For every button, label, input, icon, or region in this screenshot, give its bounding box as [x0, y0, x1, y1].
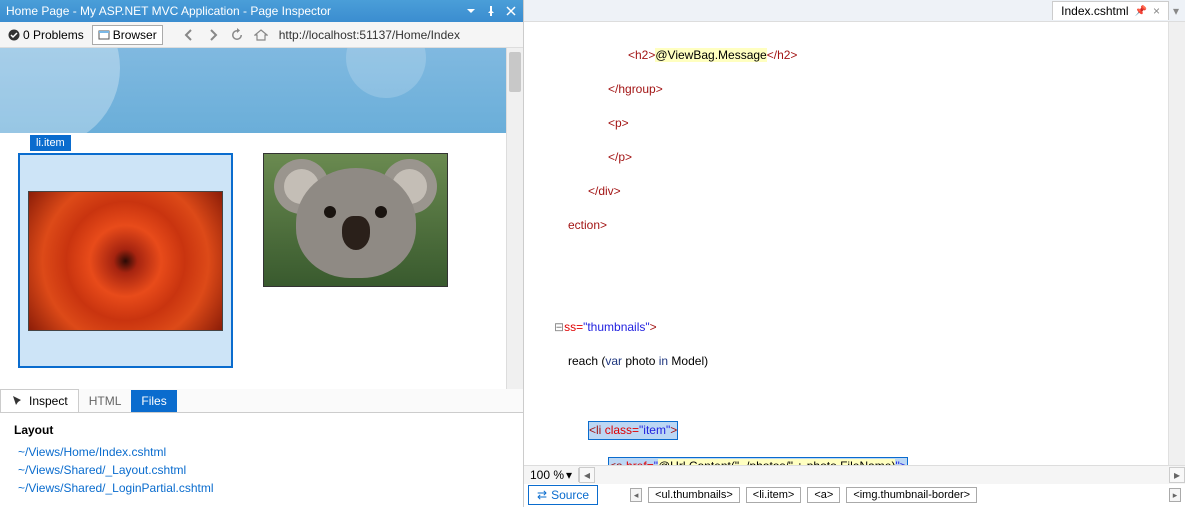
- breadcrumb-nav-icon[interactable]: ◂: [630, 488, 642, 502]
- forward-icon[interactable]: [206, 28, 220, 42]
- inspect-label: Inspect: [29, 394, 68, 408]
- window-title: Home Page - My ASP.NET MVC Application -…: [6, 4, 465, 18]
- layout-file-link[interactable]: ~/Views/Shared/_Layout.cshtml: [14, 461, 509, 479]
- layout-file-link[interactable]: ~/Views/Shared/_LoginPartial.cshtml: [14, 479, 509, 497]
- editor-statusbar: 100 % ▾ ◂ ▸ ⇄ Source ◂ <ul.thumbnails> <…: [524, 465, 1185, 507]
- layout-file-link[interactable]: ~/Views/Home/Index.cshtml: [14, 443, 509, 461]
- layout-section: Layout ~/Views/Home/Index.cshtml ~/Views…: [0, 413, 523, 507]
- close-icon[interactable]: [505, 5, 517, 17]
- titlebar: Home Page - My ASP.NET MVC Application -…: [0, 0, 523, 22]
- tab-filename: Index.cshtml: [1061, 4, 1128, 18]
- breadcrumb-item[interactable]: <img.thumbnail-border>: [846, 487, 977, 503]
- page-header-graphic: [0, 48, 506, 133]
- viewport-scrollbar[interactable]: [506, 48, 523, 389]
- home-icon[interactable]: [254, 28, 268, 42]
- zoom-control[interactable]: 100 % ▾: [524, 468, 579, 482]
- chevron-down-icon: ▾: [566, 468, 572, 482]
- code-editor-panel: Index.cshtml 📌 × ▾ ▣ <h2>@ViewBag.Messag…: [524, 0, 1185, 507]
- breadcrumb-item[interactable]: <li.item>: [746, 487, 802, 503]
- tab-close-icon[interactable]: ×: [1153, 4, 1160, 18]
- breadcrumb-bar: ⇄ Source ◂ <ul.thumbnails> <li.item> <a>…: [524, 484, 1185, 507]
- tab-files[interactable]: Files: [131, 390, 176, 412]
- editor-tab[interactable]: Index.cshtml 📌 ×: [1052, 1, 1169, 20]
- browser-button[interactable]: Browser: [92, 25, 163, 45]
- scroll-right-icon[interactable]: ▸: [1169, 467, 1185, 483]
- problems-count: 0 Problems: [23, 28, 84, 42]
- cursor-icon: [11, 394, 25, 408]
- editor-scrollbar[interactable]: [1168, 22, 1185, 465]
- thumbnail-gallery: li.item: [0, 133, 506, 388]
- back-icon[interactable]: [182, 28, 196, 42]
- breadcrumb-nav-icon[interactable]: ▸: [1169, 488, 1181, 502]
- breadcrumb-item[interactable]: <ul.thumbnails>: [648, 487, 740, 503]
- code-editor[interactable]: ▣ <h2>@ViewBag.Message</h2> </hgroup> <p…: [524, 22, 1185, 465]
- dropdown-icon[interactable]: [465, 5, 477, 17]
- selection-label: li.item: [30, 135, 71, 151]
- browser-label: Browser: [113, 28, 157, 42]
- breadcrumb-item[interactable]: <a>: [807, 487, 840, 503]
- selected-thumbnail[interactable]: li.item: [18, 153, 233, 368]
- sync-icon: ⇄: [537, 488, 547, 502]
- browser-icon: [98, 29, 110, 41]
- tab-inspect[interactable]: Inspect: [0, 389, 79, 412]
- browser-viewport: li.item: [0, 48, 523, 389]
- problems-indicator[interactable]: 0 Problems: [4, 26, 88, 44]
- toolbar: 0 Problems Browser http://localhost:5113…: [0, 22, 523, 48]
- scroll-left-icon[interactable]: ◂: [579, 467, 595, 483]
- inspector-tabs: Inspect HTML Files: [0, 389, 523, 413]
- tab-pin-icon[interactable]: 📌: [1135, 6, 1147, 17]
- page-inspector-panel: Home Page - My ASP.NET MVC Application -…: [0, 0, 524, 507]
- url-display[interactable]: http://localhost:51137/Home/Index: [279, 28, 460, 42]
- tabs-dropdown-icon[interactable]: ▾: [1173, 4, 1179, 18]
- check-icon: [8, 29, 20, 41]
- source-button[interactable]: ⇄ Source: [528, 485, 598, 505]
- editor-tabstrip: Index.cshtml 📌 × ▾: [524, 0, 1185, 22]
- tab-html[interactable]: HTML: [79, 390, 132, 412]
- pin-icon[interactable]: [485, 5, 497, 17]
- layout-heading: Layout: [14, 423, 509, 437]
- refresh-icon[interactable]: [230, 28, 244, 42]
- outline-collapse-icon[interactable]: ⊟: [554, 320, 564, 334]
- koala-thumbnail[interactable]: [263, 153, 448, 287]
- flower-image: [28, 191, 223, 331]
